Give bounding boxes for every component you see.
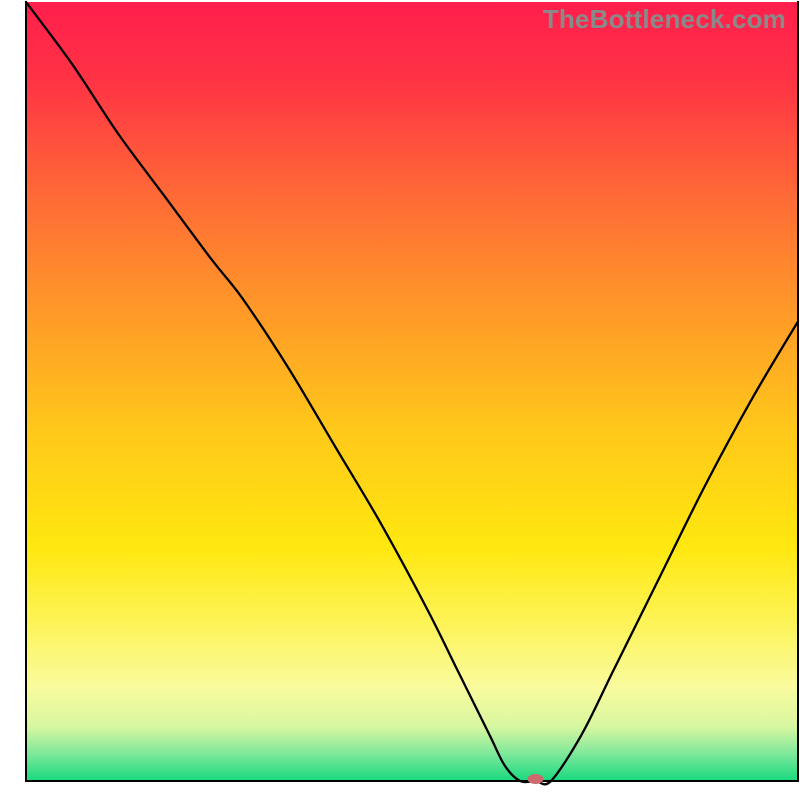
bottleneck-chart: [0, 0, 800, 800]
optimal-point-marker: [528, 774, 544, 784]
chart-container: TheBottleneck.com: [0, 0, 800, 800]
watermark-text: TheBottleneck.com: [543, 4, 786, 35]
plot-background: [26, 2, 798, 781]
